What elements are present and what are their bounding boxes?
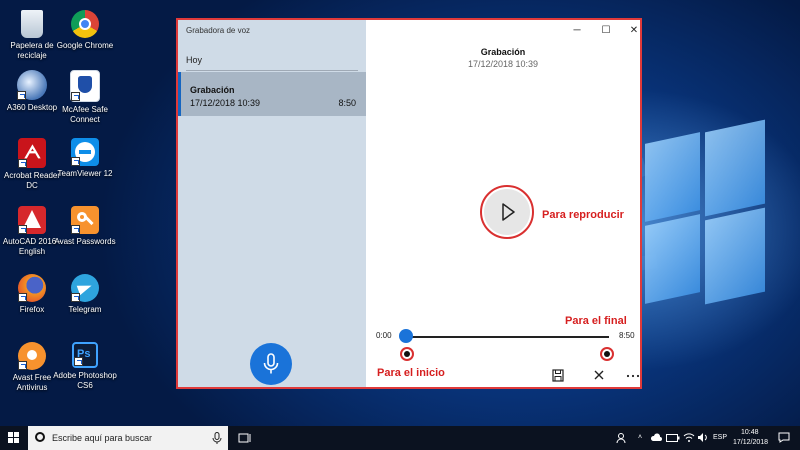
- save-button[interactable]: [549, 368, 567, 384]
- play-icon: [502, 203, 515, 221]
- time-end: 8:50: [619, 331, 635, 340]
- time-start: 0:00: [376, 331, 392, 340]
- desktop-icon-mcafee[interactable]: McAfee Safe Connect: [53, 70, 117, 125]
- annotation-start: Para el inicio: [377, 367, 445, 379]
- recording-date: 17/12/2018 10:39: [190, 98, 261, 108]
- more-options-button[interactable]: [624, 368, 642, 384]
- recordings-pane: Grabadora de voz Hoy Grabación 17/12/201…: [178, 20, 366, 387]
- teamviewer-icon: [71, 138, 99, 166]
- start-marker: [400, 347, 414, 361]
- close-button[interactable]: ✕: [627, 24, 641, 38]
- shortcut-arrow-icon: [18, 159, 27, 168]
- delete-button[interactable]: [590, 368, 608, 384]
- avast-passwords-icon: [71, 206, 99, 234]
- avast-icon: [18, 342, 46, 370]
- selection-indicator: [178, 72, 181, 116]
- detail-recording-date: 17/12/2018 10:39: [467, 59, 539, 69]
- shortcut-arrow-icon: [17, 91, 26, 100]
- save-icon: [552, 369, 564, 382]
- voice-recorder-window: Grabadora de voz Hoy Grabación 17/12/201…: [176, 18, 642, 389]
- desktop-icon-teamviewer[interactable]: TeamViewer 12: [53, 138, 117, 179]
- windows-logo-wallpaper: [645, 119, 765, 310]
- desktop-icon-avast-passwords[interactable]: Avast Passwords: [53, 206, 117, 247]
- icon-label: Google Chrome: [56, 41, 114, 50]
- mcafee-icon: [70, 70, 100, 102]
- annotation-end: Para el final: [565, 315, 627, 327]
- minimize-button[interactable]: ─: [570, 24, 584, 38]
- people-icon[interactable]: [616, 432, 630, 444]
- autocad-icon: [18, 206, 46, 234]
- close-icon: [594, 370, 604, 380]
- a360-icon: [17, 70, 47, 100]
- taskbar: Escribe aquí para buscar ˄ ESP 10:48 17/…: [0, 426, 800, 450]
- battery-icon[interactable]: [666, 434, 680, 442]
- start-button[interactable]: [8, 432, 20, 444]
- shortcut-arrow-icon: [18, 361, 27, 370]
- recording-list-item[interactable]: Grabación 17/12/2018 10:39 8:50: [178, 72, 366, 116]
- telegram-icon: [71, 274, 99, 302]
- recording-duration: 8:50: [338, 98, 356, 108]
- playback-track[interactable]: [403, 336, 609, 338]
- chrome-icon: [71, 10, 99, 38]
- desktop-icon-telegram[interactable]: Telegram: [53, 274, 117, 315]
- annotation-play: Para reproducir: [542, 209, 624, 221]
- language-indicator[interactable]: ESP: [713, 434, 727, 441]
- search-placeholder: Escribe aquí para buscar: [52, 433, 153, 443]
- shortcut-arrow-icon: [71, 157, 80, 166]
- notification-icon[interactable]: [778, 432, 790, 443]
- icon-label: Avast Passwords: [54, 237, 116, 246]
- shortcut-arrow-icon: [71, 293, 80, 302]
- detail-recording-title: Grabación: [480, 47, 526, 57]
- playback-position-thumb[interactable]: [399, 329, 413, 343]
- cloud-icon[interactable]: [650, 433, 662, 442]
- group-divider: [186, 70, 358, 71]
- wifi-icon[interactable]: [683, 432, 695, 443]
- acrobat-icon: ᗅ: [18, 138, 46, 168]
- microphone-icon: [263, 353, 279, 374]
- shortcut-arrow-icon: [71, 92, 80, 101]
- record-button[interactable]: [250, 343, 292, 385]
- firefox-icon: [18, 274, 46, 302]
- recycle-bin-icon: [21, 10, 43, 38]
- shortcut-arrow-icon: [18, 293, 27, 302]
- ellipsis-icon: [626, 374, 640, 378]
- shortcut-arrow-icon: [71, 225, 80, 234]
- icon-label: Telegram: [68, 305, 102, 314]
- cortana-icon: [35, 432, 45, 442]
- clock-time[interactable]: 10:48: [741, 429, 759, 436]
- microphone-icon[interactable]: [212, 432, 222, 444]
- shortcut-arrow-icon: [74, 357, 83, 366]
- window-title: Grabadora de voz: [186, 26, 251, 35]
- shortcut-arrow-icon: [18, 225, 27, 234]
- recording-name: Grabación: [190, 85, 235, 95]
- taskbar-search-box[interactable]: Escribe aquí para buscar: [28, 426, 228, 450]
- task-view-icon[interactable]: [238, 432, 252, 444]
- group-header-today: Hoy: [186, 55, 203, 65]
- play-button[interactable]: [484, 189, 530, 235]
- photoshop-icon: Ps: [72, 342, 98, 368]
- desktop-icon-chrome[interactable]: Google Chrome: [53, 6, 117, 51]
- clock-date[interactable]: 17/12/2018: [733, 439, 768, 446]
- icon-label: TeamViewer 12: [57, 169, 113, 178]
- icon-label: McAfee Safe Connect: [62, 105, 108, 124]
- end-marker: [600, 347, 614, 361]
- volume-icon[interactable]: [697, 432, 709, 443]
- icon-label: Adobe Photoshop CS6: [53, 371, 117, 390]
- maximize-button[interactable]: ☐: [599, 24, 613, 38]
- desktop-icon-photoshop[interactable]: Ps Adobe Photoshop CS6: [53, 342, 117, 391]
- show-hidden-icons-chevron[interactable]: ˄: [638, 434, 642, 441]
